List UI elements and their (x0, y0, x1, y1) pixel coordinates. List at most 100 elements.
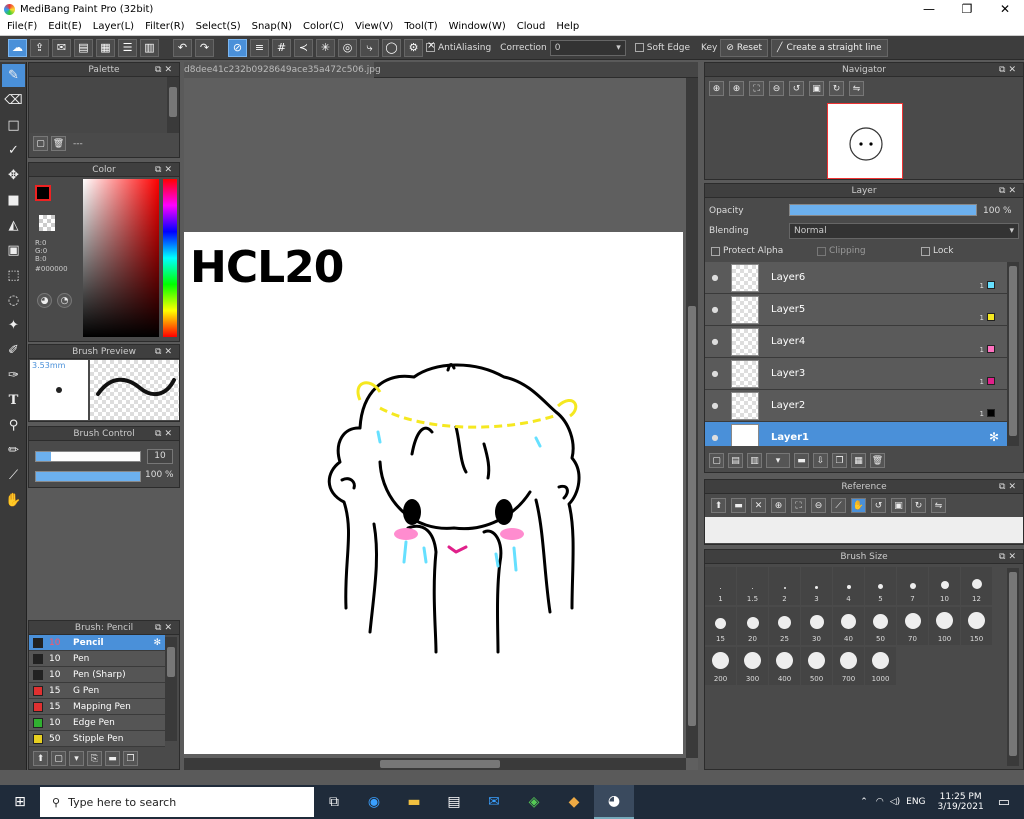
foreground-color-swatch[interactable] (35, 185, 51, 201)
edge-browser-icon[interactable]: ◉ (354, 785, 394, 819)
new-8bit-layer-icon[interactable]: ▥ (747, 453, 762, 468)
app-green-icon[interactable]: ◈ (514, 785, 554, 819)
lock-checkbox[interactable] (921, 246, 930, 256)
soft-edge-checkbox[interactable] (634, 43, 644, 52)
brush-item[interactable]: 10 Pencil ✻ (29, 635, 165, 651)
hue-slider[interactable] (163, 179, 177, 337)
layer-row[interactable]: ● Layer2 1 (705, 390, 1007, 422)
move-tool-icon[interactable]: ✥ (2, 164, 25, 187)
brush-size-value[interactable]: 10 (147, 449, 173, 464)
brush-size-cell[interactable]: 1000 (865, 647, 896, 685)
snap-off-icon[interactable]: ⊘ (228, 38, 247, 57)
delete-layer-icon[interactable]: 🗑 (870, 453, 885, 468)
brush-size-cell[interactable]: 40 (833, 607, 864, 645)
saturation-value-field[interactable] (83, 179, 159, 337)
radial-snap-icon[interactable]: ✳ (316, 38, 335, 57)
navigator-thumbnail[interactable] (827, 103, 903, 179)
brush-size-cell[interactable]: 150 (961, 607, 992, 645)
rotate-right-icon[interactable]: ↻ (911, 498, 926, 513)
duplicate-icon[interactable]: ❐ (123, 751, 138, 766)
panel-close-icon[interactable]: ⧉✕ (999, 184, 1019, 198)
panel-close-icon[interactable]: ⧉✕ (155, 63, 175, 77)
brush-size-scrollbar[interactable] (1007, 568, 1019, 766)
app-stack-icon[interactable]: ◆ (554, 785, 594, 819)
eraser-tool-icon[interactable]: ⌫ (2, 89, 25, 112)
brush-item[interactable]: 15 G Pen (29, 683, 165, 699)
brush-size-cell[interactable]: 10 (929, 567, 960, 605)
color-picker-icon[interactable]: ◔ (57, 293, 72, 308)
new-palette-icon[interactable]: ▢ (33, 136, 48, 151)
taskbar-search[interactable]: ⚲ Type here to search (40, 787, 314, 817)
undo-icon[interactable]: ↶ (173, 38, 192, 57)
brush-item[interactable]: 10 Edge Pen (29, 715, 165, 731)
menu-layer[interactable]: Layer(L) (88, 21, 140, 32)
ellipse-snap-icon[interactable]: ◯ (382, 38, 401, 57)
cloud-icon[interactable]: ☁ (8, 38, 27, 57)
protect-alpha-checkbox[interactable] (711, 246, 720, 256)
chevron-up-icon[interactable]: ⌃ (860, 797, 868, 807)
fit-icon[interactable]: ⛶ (749, 81, 764, 96)
add-reference-icon[interactable]: ⬆ (711, 498, 726, 513)
select-rect-icon[interactable]: ⬚ (2, 264, 25, 287)
brush-size-cell[interactable]: 2 (769, 567, 800, 605)
color-wheel-icon[interactable]: ◕ (37, 293, 52, 308)
store-icon[interactable]: ▤ (434, 785, 474, 819)
brush-item[interactable]: 10 Pen (29, 651, 165, 667)
panel-close-icon[interactable]: ⧉✕ (999, 550, 1019, 564)
brush-tool-icon[interactable]: ✎ (2, 64, 25, 87)
windows-start-icon[interactable]: ⊞ (0, 785, 40, 819)
magic-wand-icon[interactable]: ✦ (2, 314, 25, 337)
panel-icon[interactable]: ▤ (74, 38, 93, 57)
brush-size-cell[interactable]: 30 (801, 607, 832, 645)
drawing-canvas[interactable]: HCL20 (184, 232, 683, 754)
task-view-icon[interactable]: ⧉ (314, 785, 354, 819)
hand-tool-icon[interactable]: ✋ (2, 489, 25, 512)
menu-edit[interactable]: Edit(E) (43, 21, 88, 32)
fit-screen-icon[interactable]: ▣ (891, 498, 906, 513)
layer-properties-icon[interactable]: ▦ (851, 453, 866, 468)
flip-icon[interactable]: ⇋ (931, 498, 946, 513)
zoom-in-icon[interactable]: ⊕ (771, 498, 786, 513)
brush-opacity-slider[interactable] (35, 471, 141, 482)
hand-icon[interactable]: ✋ (851, 498, 866, 513)
panel-close-icon[interactable]: ⧉✕ (999, 63, 1019, 77)
minimize-button[interactable]: — (910, 0, 948, 18)
notification-icon[interactable]: ▭ (998, 795, 1010, 810)
grid-icon[interactable]: ▥ (140, 38, 159, 57)
zoom-in-icon[interactable]: ⊕ (709, 81, 724, 96)
brush-size-cell[interactable]: 500 (801, 647, 832, 685)
brush-list-scrollbar[interactable] (165, 637, 177, 741)
divide-tool-icon[interactable]: ✏ (2, 439, 25, 462)
brush-size-cell[interactable]: 50 (865, 607, 896, 645)
menu-cloud[interactable]: Cloud (512, 21, 552, 32)
select-pen-icon[interactable]: ✐ (2, 339, 25, 362)
list-icon[interactable]: ☰ (118, 38, 137, 57)
eye-icon[interactable]: ● (705, 369, 725, 378)
brush-item[interactable]: 50 Stipple Pen (29, 731, 165, 747)
protect-alpha-toggle[interactable]: Protect Alpha (711, 246, 783, 256)
menu-tool[interactable]: Tool(T) (399, 21, 443, 32)
panel-close-icon[interactable]: ⧉✕ (155, 621, 175, 635)
clock[interactable]: 11:25 PM 3/19/2021 (938, 792, 984, 812)
perspective-snap-icon[interactable]: ≺ (294, 38, 313, 57)
parallel-snap-icon[interactable]: ≡ (250, 38, 269, 57)
zoom-out-icon[interactable]: ⊖ (811, 498, 826, 513)
eye-icon[interactable]: ● (705, 401, 725, 410)
layer-menu-icon[interactable]: ▾ (766, 453, 790, 468)
lasso-tool-icon[interactable]: ◌ (2, 289, 25, 312)
eye-icon[interactable]: ● (705, 273, 725, 282)
folder-icon[interactable]: ▬ (105, 751, 120, 766)
file-explorer-icon[interactable]: ▬ (394, 785, 434, 819)
straight-line-button[interactable]: ╱ Create a straight line (771, 38, 888, 57)
duplicate-layer-icon[interactable]: ❐ (832, 453, 847, 468)
operation-tool-icon[interactable]: ⚲ (2, 414, 25, 437)
new-layer-icon[interactable]: ▢ (709, 453, 724, 468)
brush-item[interactable]: 15 Mapping Pen (29, 699, 165, 715)
redo-icon[interactable]: ↷ (195, 38, 214, 57)
correction-select[interactable]: 0 ▾ (549, 39, 626, 56)
fit-screen-icon[interactable]: ▣ (809, 81, 824, 96)
brush-size-cell[interactable]: 4 (833, 567, 864, 605)
brush-menu-icon[interactable]: ▾ (69, 751, 84, 766)
brush-size-cell[interactable]: 100 (929, 607, 960, 645)
document-tab[interactable]: d8dee41c232b0928649ace35a472c506.jpg (184, 62, 381, 78)
